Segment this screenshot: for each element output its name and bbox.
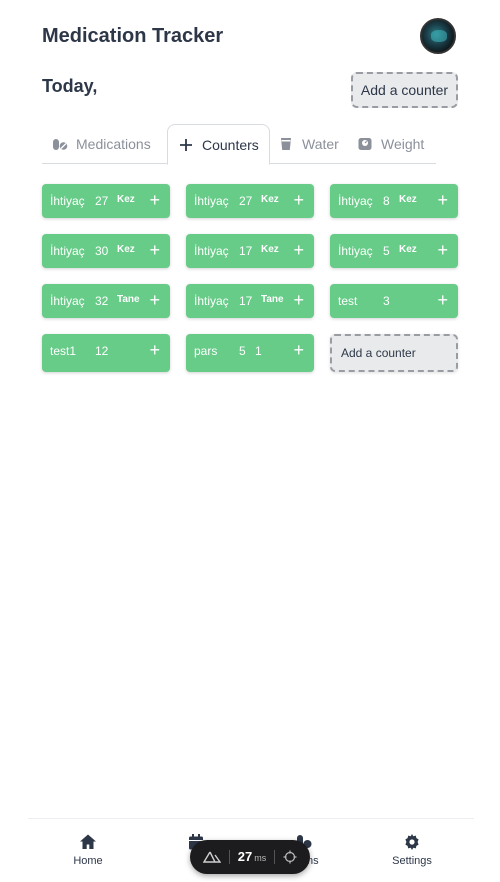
increment-icon[interactable]: +	[149, 290, 160, 310]
increment-icon[interactable]: +	[293, 240, 304, 260]
counter-card[interactable]: İhtiyaç 17 Tane +	[186, 284, 314, 318]
counter-count: 27	[95, 194, 109, 208]
counter-name: İhtiyaç	[50, 194, 85, 208]
nav-label: Home	[73, 855, 103, 867]
tab-label: Water	[302, 136, 339, 152]
counter-card[interactable]: test 3 +	[330, 284, 458, 318]
tab-label: Counters	[202, 136, 259, 153]
counter-name: test1	[50, 344, 77, 358]
counter-card[interactable]: pars 5 1 +	[186, 334, 314, 372]
today-row: Today, Add a counter	[42, 72, 458, 108]
increment-icon[interactable]: +	[149, 240, 160, 260]
perf-overlay[interactable]: 27 ms	[190, 840, 310, 874]
nuxt-logo-icon	[202, 851, 221, 863]
tab-label: Weight	[381, 136, 425, 152]
counter-card[interactable]: İhtiyaç 5 Kez +	[330, 234, 458, 268]
counter-card[interactable]: İhtiyaç 17 Kez +	[186, 234, 314, 268]
home-icon	[80, 834, 96, 849]
increment-icon[interactable]: +	[437, 290, 448, 310]
counter-name: İhtiyaç	[50, 294, 85, 308]
counter-unit: 1	[255, 344, 262, 358]
nav-label: Settings	[392, 855, 432, 867]
increment-icon[interactable]: +	[437, 240, 448, 260]
counter-name: pars	[194, 344, 218, 358]
app-header: Medication Tracker	[42, 18, 458, 58]
counter-count: 17	[239, 244, 253, 258]
counter-unit: Tane	[261, 294, 284, 305]
increment-icon[interactable]: +	[149, 190, 160, 210]
counter-count: 27	[239, 194, 253, 208]
pills-icon	[53, 139, 68, 150]
add-counter-button[interactable]: Add a counter	[351, 72, 458, 108]
render-time: 27 ms	[238, 848, 266, 866]
counter-name: İhtiyaç	[194, 244, 229, 258]
counter-card[interactable]: İhtiyaç 27 Kez +	[42, 184, 170, 218]
counter-card[interactable]: İhtiyaç 30 Kez +	[42, 234, 170, 268]
scale-icon	[358, 138, 372, 150]
counter-card[interactable]: İhtiyaç 32 Tane +	[42, 284, 170, 318]
counter-name: İhtiyaç	[194, 294, 229, 308]
tab-water[interactable]: Water	[268, 124, 349, 164]
render-time-value: 27	[237, 849, 253, 864]
counter-unit: Kez	[261, 244, 279, 255]
plus-icon	[180, 138, 192, 151]
tab-weight[interactable]: Weight	[347, 124, 434, 164]
render-time-unit: ms	[254, 853, 267, 863]
counter-card[interactable]: test1 12 +	[42, 334, 170, 372]
counter-name: İhtiyaç	[194, 194, 229, 208]
counter-count: 17	[239, 294, 253, 308]
divider	[228, 850, 230, 864]
tab-medications[interactable]: Medications	[42, 124, 161, 164]
add-counter-card[interactable]: Add a counter	[330, 334, 458, 372]
counter-count: 3	[383, 294, 390, 308]
counter-count: 30	[95, 244, 109, 258]
counter-count: 32	[95, 294, 109, 308]
counter-count: 12	[95, 344, 109, 358]
app-title: Medication Tracker	[42, 25, 224, 47]
counter-unit: Kez	[399, 194, 417, 205]
counter-name: İhtiyaç	[338, 244, 373, 258]
tab-counters[interactable]: Counters	[167, 124, 270, 165]
tab-label: Medications	[76, 136, 151, 152]
add-counter-label: Add a counter	[341, 346, 416, 360]
crosshair-icon[interactable]	[283, 850, 297, 864]
counter-unit: Kez	[117, 194, 135, 205]
tab-bar: Medications Counters Water Weight	[42, 124, 436, 165]
divider	[274, 850, 276, 864]
gear-icon	[405, 834, 419, 850]
counter-unit: Kez	[399, 244, 417, 255]
counter-name: test	[338, 294, 358, 308]
today-label: Today,	[42, 76, 98, 96]
increment-icon[interactable]: +	[293, 340, 304, 360]
counter-unit: Tane	[117, 294, 140, 305]
counter-count: 8	[383, 194, 390, 208]
cup-icon	[281, 138, 291, 150]
counter-card[interactable]: İhtiyaç 27 Kez +	[186, 184, 314, 218]
counter-name: İhtiyaç	[338, 194, 373, 208]
increment-icon[interactable]: +	[293, 290, 304, 310]
increment-icon[interactable]: +	[149, 340, 160, 360]
counter-count: 5	[383, 244, 390, 258]
avatar[interactable]	[420, 18, 456, 54]
counter-count: 5	[239, 344, 246, 358]
nav-home[interactable]: Home	[38, 833, 138, 867]
counter-unit: Kez	[261, 194, 279, 205]
increment-icon[interactable]: +	[437, 190, 448, 210]
counter-card[interactable]: İhtiyaç 8 Kez +	[330, 184, 458, 218]
counter-unit: Kez	[117, 244, 135, 255]
nav-settings[interactable]: Settings	[362, 833, 462, 867]
increment-icon[interactable]: +	[293, 190, 304, 210]
counter-name: İhtiyaç	[50, 244, 85, 258]
